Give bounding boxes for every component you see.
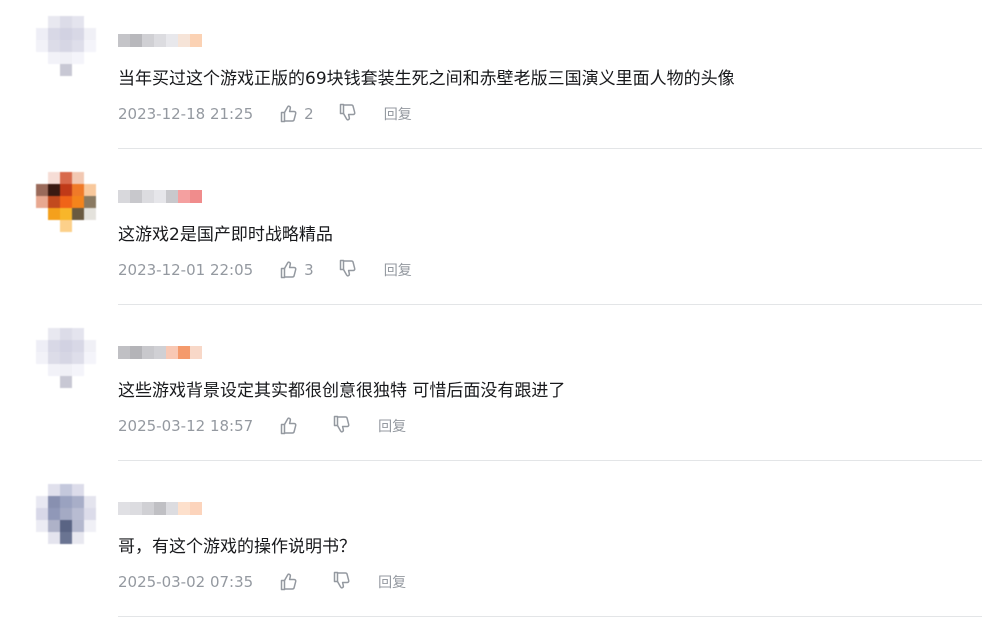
like-count: 2: [304, 105, 314, 123]
thumbs-down-icon: [332, 414, 352, 438]
thumbs-up-icon: [279, 416, 299, 436]
thumbs-up-icon: [279, 104, 299, 124]
reply-button[interactable]: 回复: [378, 572, 406, 592]
dislike-button[interactable]: [338, 258, 358, 282]
dislike-button[interactable]: [338, 102, 358, 126]
comment-time: 2025-03-02 07:35: [118, 573, 254, 591]
divider: [118, 460, 982, 461]
like-button[interactable]: 2: [279, 104, 314, 124]
like-count: 3: [304, 261, 314, 279]
comment-meta: 2023-12-18 21:25 2 回复: [118, 102, 412, 126]
comment-item: 这游戏2是国产即时战略精品 2023-12-01 22:05 3 回复: [0, 156, 1002, 312]
thumbs-up-icon: [279, 260, 299, 280]
reply-button[interactable]: 回复: [384, 104, 412, 124]
comment-item: 当年买过这个游戏正版的69块钱套装生死之间和赤壁老版三国演义里面人物的头像 202…: [0, 0, 1002, 156]
thumbs-down-icon: [338, 258, 358, 282]
dislike-button[interactable]: [332, 570, 352, 594]
reply-button[interactable]: 回复: [384, 260, 412, 280]
avatar[interactable]: [36, 172, 96, 232]
comment-time: 2023-12-01 22:05: [118, 261, 254, 279]
like-button[interactable]: 3: [279, 260, 314, 280]
comment-meta: 2023-12-01 22:05 3 回复: [118, 258, 412, 282]
comment-text: 这些游戏背景设定其实都很创意很独特 可惜后面没有跟进了: [118, 381, 566, 401]
divider: [118, 304, 982, 305]
like-button[interactable]: [279, 572, 299, 592]
divider: [118, 616, 982, 617]
username-blurred[interactable]: [118, 34, 202, 47]
thumbs-up-icon: [279, 572, 299, 592]
comment-text: 当年买过这个游戏正版的69块钱套装生死之间和赤壁老版三国演义里面人物的头像: [118, 69, 735, 89]
username-blurred[interactable]: [118, 190, 202, 203]
comment-item: 哥，有这个游戏的操作说明书？ 2025-03-02 07:35 回复: [0, 468, 1002, 624]
reply-button[interactable]: 回复: [378, 416, 406, 436]
comment-text: 这游戏2是国产即时战略精品: [118, 225, 333, 245]
username-blurred[interactable]: [118, 502, 202, 515]
dislike-button[interactable]: [332, 414, 352, 438]
comment-meta: 2025-03-12 18:57 回复: [118, 414, 406, 438]
avatar[interactable]: [36, 16, 96, 76]
username-blurred[interactable]: [118, 346, 202, 359]
comment-item: 这些游戏背景设定其实都很创意很独特 可惜后面没有跟进了 2025-03-12 18…: [0, 312, 1002, 468]
comment-meta: 2025-03-02 07:35 回复: [118, 570, 406, 594]
avatar[interactable]: [36, 328, 96, 388]
thumbs-down-icon: [332, 570, 352, 594]
like-button[interactable]: [279, 416, 299, 436]
avatar[interactable]: [36, 484, 96, 544]
comment-time: 2023-12-18 21:25: [118, 105, 254, 123]
comment-time: 2025-03-12 18:57: [118, 417, 254, 435]
comment-text: 哥，有这个游戏的操作说明书？: [118, 537, 356, 557]
divider: [118, 148, 982, 149]
thumbs-down-icon: [338, 102, 358, 126]
